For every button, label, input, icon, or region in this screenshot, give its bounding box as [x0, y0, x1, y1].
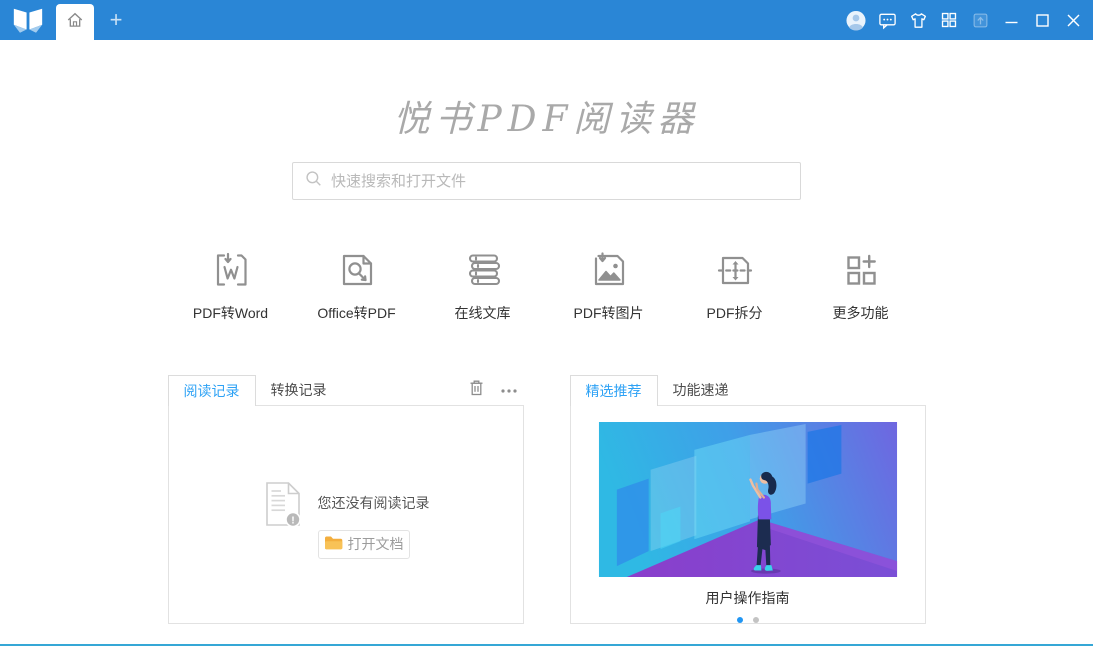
feature-pdf-to-image[interactable]: PDF转图片 — [546, 250, 672, 323]
feature-label: PDF转图片 — [573, 305, 644, 321]
records-panel: 阅读记录 转换记录 ! 您还没有阅读记录 打开文档 — [167, 375, 524, 624]
open-document-button[interactable]: 打开文档 — [317, 529, 410, 559]
tab-conversion-records[interactable]: 转换记录 — [256, 375, 342, 405]
feature-label: PDF转Word — [192, 305, 269, 321]
new-tab-button[interactable]: + — [106, 9, 126, 31]
search-box[interactable] — [292, 162, 801, 200]
records-tab-row: 阅读记录 转换记录 — [167, 375, 524, 406]
feature-office-to-pdf[interactable]: Office转PDF — [294, 250, 420, 323]
theme-skin-icon[interactable] — [908, 9, 928, 31]
feedback-icon[interactable] — [877, 9, 897, 31]
pdf-split-icon — [715, 250, 755, 290]
recommend-tab-row: 精选推荐 功能速递 — [569, 375, 926, 406]
maximize-button[interactable] — [1032, 9, 1052, 31]
apps-grid-icon[interactable] — [939, 9, 959, 31]
empty-document-icon: ! — [262, 481, 304, 559]
tab-feature-express[interactable]: 功能速递 — [658, 375, 744, 405]
empty-records-message: 您还没有阅读记录 — [317, 494, 430, 511]
feature-label: Office转PDF — [317, 305, 396, 321]
home-icon — [66, 11, 84, 34]
close-button[interactable] — [1063, 9, 1083, 31]
bottom-divider — [0, 644, 1093, 646]
panels-row: 阅读记录 转换记录 ! 您还没有阅读记录 打开文档 精选推荐 功能速递 用户操作… — [167, 375, 926, 624]
pdf-to-word-icon — [211, 250, 251, 290]
folder-icon — [324, 535, 343, 553]
guide-banner-illustration[interactable] — [598, 422, 898, 577]
recommend-panel-body: 用户操作指南 — [569, 405, 926, 624]
recommend-panel: 精选推荐 功能速递 用户操作指南 — [569, 375, 926, 624]
feature-more-functions[interactable]: 更多功能 — [798, 250, 924, 323]
app-logo-icon — [0, 7, 56, 34]
records-panel-body: ! 您还没有阅读记录 打开文档 — [167, 405, 524, 624]
feature-label: 更多功能 — [832, 305, 889, 321]
feature-pdf-to-word[interactable]: PDF转Word — [168, 250, 294, 323]
pdf-to-image-icon — [589, 250, 629, 290]
user-avatar[interactable] — [846, 9, 866, 31]
feature-online-library[interactable]: 在线文库 — [420, 250, 546, 323]
search-input[interactable] — [331, 172, 800, 190]
feature-label: PDF拆分 — [706, 305, 763, 321]
online-library-icon — [463, 250, 503, 290]
tab-featured-recommend[interactable]: 精选推荐 — [569, 375, 658, 406]
titlebar: + — [0, 0, 1093, 40]
more-features-icon — [841, 250, 881, 290]
pager-dot[interactable] — [752, 617, 759, 623]
search-icon — [305, 170, 322, 192]
carousel-pager — [736, 617, 759, 623]
clear-records-trash-icon[interactable] — [469, 379, 484, 401]
upload-icon — [970, 9, 990, 31]
office-to-pdf-icon — [337, 250, 377, 290]
home-tab[interactable] — [56, 4, 94, 40]
tab-reading-records[interactable]: 阅读记录 — [167, 375, 256, 406]
banner-caption: 用户操作指南 — [705, 590, 790, 606]
pager-dot-active[interactable] — [736, 617, 743, 623]
svg-text:!: ! — [291, 514, 295, 526]
minimize-button[interactable] — [1001, 9, 1021, 31]
open-document-label: 打开文档 — [347, 536, 404, 552]
app-title: 悦书PDF阅读器 — [393, 99, 700, 140]
features-row: PDF转Word Office转PDF 在线文库 PDF转图片 PDF拆分 更多… — [168, 250, 926, 323]
feature-pdf-split[interactable]: PDF拆分 — [672, 250, 798, 323]
feature-label: 在线文库 — [454, 305, 511, 321]
empty-state: ! 您还没有阅读记录 打开文档 — [262, 481, 430, 559]
more-options-ellipsis-icon[interactable] — [500, 381, 518, 399]
